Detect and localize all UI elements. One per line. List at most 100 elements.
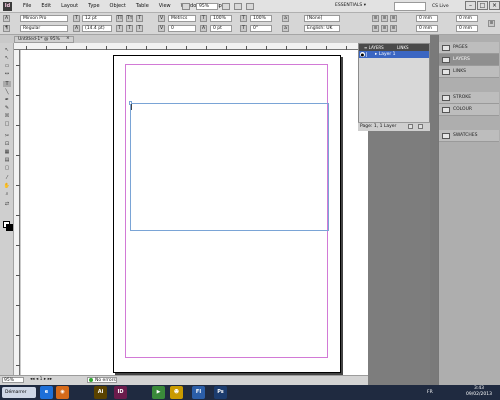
baseline-shift-field[interactable]: 0 pt bbox=[210, 25, 232, 32]
dock-colour-label: COLOUR bbox=[453, 107, 472, 112]
font-size-field[interactable]: 12 pt bbox=[82, 15, 112, 22]
skew-field[interactable]: 0° bbox=[250, 25, 272, 32]
menu-edit[interactable]: Edit bbox=[36, 0, 56, 13]
document-tab[interactable]: Untitled-1* @ 95% bbox=[14, 36, 74, 43]
align-center-icon[interactable]: ≡ bbox=[381, 15, 388, 22]
page-tool-icon[interactable]: ▭ bbox=[3, 63, 11, 69]
character-mode-icon[interactable]: A bbox=[3, 15, 10, 22]
gradient-swatch-tool-icon[interactable]: ▦ bbox=[3, 149, 11, 155]
zoom-tool-icon[interactable]: ⌕ bbox=[3, 191, 11, 197]
dock-links-label: LINKS bbox=[453, 69, 467, 74]
workspace-switcher[interactable]: ESSENTIALS ▾ bbox=[335, 2, 375, 10]
all-caps-icon[interactable]: TT bbox=[116, 15, 123, 22]
page-navigation[interactable]: ◂◂ ◂ 1 ▸ ▸▸ bbox=[30, 377, 80, 383]
text-frame[interactable] bbox=[130, 103, 329, 231]
lock-toggle-icon[interactable] bbox=[366, 52, 370, 57]
bridge-icon[interactable] bbox=[182, 3, 190, 10]
direct-selection-tool-icon[interactable]: ↖ bbox=[3, 55, 11, 61]
trash-icon[interactable] bbox=[418, 124, 423, 129]
rectangle-tool-icon[interactable]: □ bbox=[3, 121, 11, 127]
swap-fill-stroke-icon[interactable]: ⇄ bbox=[3, 201, 11, 207]
start-button[interactable]: Démarrer bbox=[2, 387, 36, 398]
tracking-field[interactable]: 0 bbox=[168, 25, 196, 32]
gradient-feather-tool-icon[interactable]: ▤ bbox=[3, 157, 11, 163]
menu-object[interactable]: Object bbox=[105, 0, 131, 13]
system-clock[interactable]: 3:43 09/02/2013 bbox=[462, 386, 496, 399]
flash-icon[interactable]: Fl bbox=[192, 386, 205, 399]
line-tool-icon[interactable]: ╲ bbox=[3, 89, 11, 95]
font-style-field[interactable]: Regular bbox=[20, 25, 68, 32]
ie-icon[interactable]: e bbox=[40, 386, 53, 399]
illustrator-icon[interactable]: Ai bbox=[94, 386, 107, 399]
strikethrough-icon[interactable]: T bbox=[136, 25, 143, 32]
eyedropper-tool-icon[interactable]: ⁄ bbox=[3, 175, 11, 181]
photoshop-icon[interactable]: Ps bbox=[214, 386, 227, 399]
selection-tool-icon[interactable]: ↖ bbox=[3, 47, 11, 53]
justify-all-icon[interactable]: ≡ bbox=[381, 25, 388, 32]
menu-view[interactable]: View bbox=[154, 0, 176, 13]
left-indent-field[interactable]: 0 mm bbox=[416, 15, 438, 22]
menu-table[interactable]: Table bbox=[131, 0, 154, 13]
menu-type[interactable]: Type bbox=[83, 0, 104, 13]
screen-mode-icon[interactable] bbox=[234, 3, 242, 10]
close-tab-icon[interactable]: × bbox=[66, 36, 72, 43]
view-options-icon[interactable] bbox=[222, 3, 230, 10]
stroke-swatch[interactable] bbox=[6, 224, 13, 231]
scissors-tool-icon[interactable]: ✂ bbox=[3, 133, 11, 139]
status-zoom-field[interactable]: 95% bbox=[2, 377, 24, 383]
align-right-icon[interactable]: ≡ bbox=[390, 15, 397, 22]
panel-menu-icon[interactable]: ≡ bbox=[488, 20, 495, 27]
messenger-icon[interactable]: ☻ bbox=[170, 386, 183, 399]
pencil-tool-icon[interactable]: ✎ bbox=[3, 105, 11, 111]
kerning-field[interactable]: Metrics bbox=[168, 15, 196, 22]
skew-icon: T bbox=[240, 25, 247, 32]
hand-tool-icon[interactable]: ✋ bbox=[3, 183, 11, 189]
zoom-select[interactable]: 95% bbox=[196, 3, 218, 10]
superscript-icon[interactable]: T bbox=[116, 25, 123, 32]
tab-layers[interactable]: ≡ LAYERS bbox=[362, 44, 386, 51]
type-tool-icon[interactable]: T bbox=[3, 81, 11, 87]
horizontal-scale-field[interactable]: 100% bbox=[250, 15, 272, 22]
language-field[interactable]: English: UK bbox=[304, 25, 340, 32]
align-spine-icon[interactable]: ≡ bbox=[390, 25, 397, 32]
leading-field[interactable]: (14.4 pt) bbox=[82, 25, 112, 32]
colour-icon bbox=[442, 107, 450, 113]
cs-live-button[interactable]: CS Live bbox=[432, 2, 462, 11]
rectangle-frame-tool-icon[interactable]: ☒ bbox=[3, 113, 11, 119]
new-layer-icon[interactable] bbox=[408, 124, 413, 129]
panel-dock bbox=[438, 35, 500, 385]
gap-tool-icon[interactable]: ↔ bbox=[3, 71, 11, 77]
last-line-indent-field[interactable]: 0 mm bbox=[456, 25, 478, 32]
underline-icon[interactable]: T bbox=[136, 15, 143, 22]
free-transform-tool-icon[interactable]: ⊡ bbox=[3, 141, 11, 147]
language-indicator[interactable]: FR bbox=[427, 389, 437, 397]
tab-links[interactable]: LINKS bbox=[395, 44, 411, 51]
menu-layout[interactable]: Layout bbox=[56, 0, 83, 13]
panel-gutter bbox=[430, 35, 438, 385]
kerning-icon: V bbox=[158, 15, 165, 22]
search-input[interactable] bbox=[394, 2, 426, 11]
minimize-button[interactable]: – bbox=[465, 1, 476, 10]
paragraph-mode-icon[interactable]: ¶ bbox=[3, 25, 10, 32]
font-family-field[interactable]: Minion Pro bbox=[20, 15, 68, 22]
align-left-icon[interactable]: ≡ bbox=[372, 15, 379, 22]
indesign-icon[interactable]: ID bbox=[114, 386, 127, 399]
vertical-scale-field[interactable]: 100% bbox=[210, 15, 232, 22]
justify-icon[interactable]: ≡ bbox=[372, 25, 379, 32]
pen-tool-icon[interactable]: ✒ bbox=[3, 97, 11, 103]
right-indent-field[interactable]: 0 mm bbox=[456, 15, 478, 22]
subscript-icon[interactable]: T bbox=[126, 25, 133, 32]
character-style-field[interactable]: [None] bbox=[304, 15, 340, 22]
close-icon[interactable]: × bbox=[489, 1, 500, 10]
eye-icon[interactable]: ● bbox=[360, 52, 365, 57]
small-caps-icon[interactable]: Tᴛ bbox=[126, 15, 133, 22]
first-line-indent-field[interactable]: 0 mm bbox=[416, 25, 438, 32]
note-tool-icon[interactable]: ▢ bbox=[3, 165, 11, 171]
player-icon[interactable]: ▶ bbox=[152, 386, 165, 399]
font-size-icon: T bbox=[73, 15, 80, 22]
media-icon[interactable]: ◉ bbox=[56, 386, 69, 399]
arrange-documents-icon[interactable] bbox=[246, 3, 254, 10]
leading-icon: A bbox=[73, 25, 80, 32]
maximize-button[interactable]: □ bbox=[477, 1, 488, 10]
menu-file[interactable]: File bbox=[18, 0, 36, 13]
